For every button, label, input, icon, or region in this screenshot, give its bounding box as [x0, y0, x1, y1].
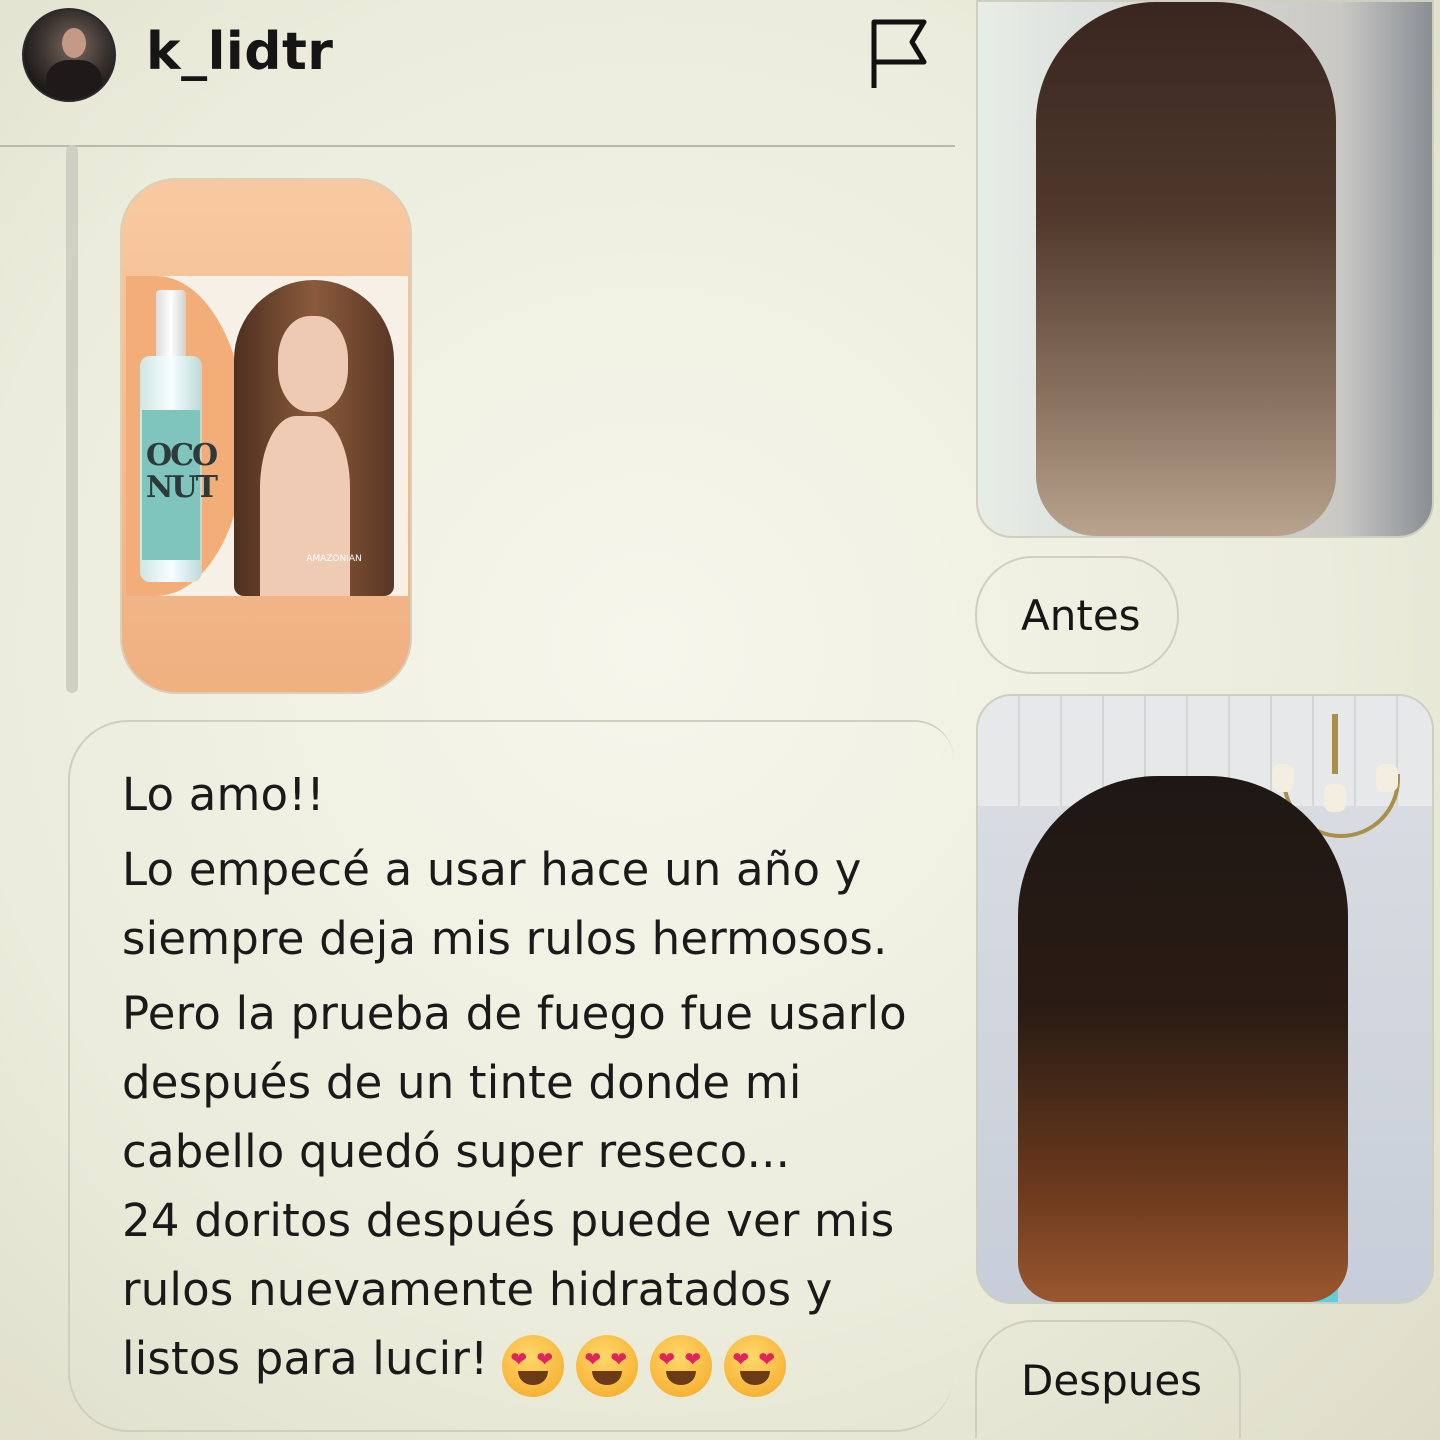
avatar-body — [46, 60, 102, 100]
message-line: Pero la prueba de fuego fue usarlo despu… — [122, 987, 907, 1178]
model-shoulders — [260, 416, 350, 596]
bottle-label: OCO NUT — [142, 410, 218, 560]
heart-eyes-emoji-icon: ❤ ❤ — [576, 1334, 639, 1397]
chandelier-bulb — [1272, 764, 1294, 792]
message-line: Lo amo!! — [122, 768, 325, 821]
chandelier-stem — [1332, 714, 1338, 774]
message-text: Lo amo!! Lo empecé a usar hace un año y … — [122, 760, 942, 1397]
heart-eyes-emoji-icon: ❤ ❤ — [724, 1334, 787, 1397]
flag-icon[interactable] — [866, 18, 932, 90]
product-image-card[interactable]: OCO NUT AMAZONIAN — [120, 178, 412, 694]
model-photo — [206, 276, 408, 596]
heart-eyes-emoji-icon: ❤ ❤ — [650, 1334, 713, 1397]
before-photo[interactable] — [976, 0, 1434, 538]
message-line: 24 doritos después puede ver mis rulos n… — [122, 1186, 942, 1397]
after-label-bubble: Despues — [975, 1320, 1241, 1438]
reply-thread-line — [66, 145, 78, 693]
conversation-header: k_lidtr — [0, 0, 955, 147]
after-photo[interactable] — [976, 694, 1434, 1304]
before-label: Antes — [1021, 590, 1141, 640]
after-label: Despues — [1021, 1355, 1203, 1405]
avatar-face — [62, 28, 86, 58]
brand-logo: AMAZONIAN — [306, 554, 362, 564]
product-ad-image: OCO NUT AMAZONIAN — [126, 276, 408, 596]
bottle-cap — [156, 290, 186, 360]
username[interactable]: k_lidtr — [146, 22, 333, 82]
message-line: Lo empecé a usar hace un año y siempre d… — [122, 843, 888, 965]
profile-avatar[interactable] — [22, 8, 116, 102]
heart-eyes-emoji-icon: ❤ ❤ — [502, 1334, 565, 1397]
model-face — [278, 316, 348, 412]
before-label-bubble: Antes — [975, 556, 1179, 674]
wavy-hair-back — [1036, 2, 1336, 536]
curly-hair-back — [1018, 776, 1348, 1302]
product-bottle: OCO NUT — [140, 290, 218, 582]
chandelier-bulb — [1376, 764, 1398, 792]
chandelier-bulb — [1324, 784, 1346, 812]
emoji-group: ❤ ❤ ❤ ❤ ❤ ❤ ❤ ❤ — [502, 1328, 798, 1397]
